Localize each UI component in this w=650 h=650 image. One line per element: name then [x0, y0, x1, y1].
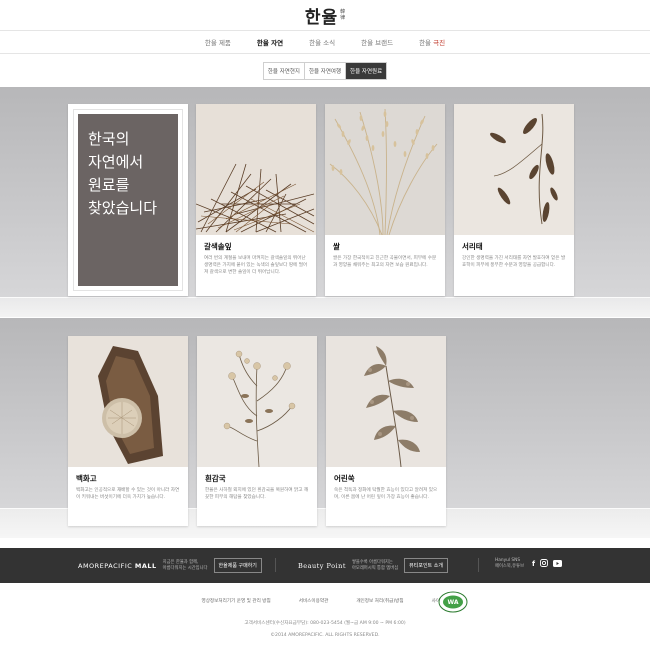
divider [275, 558, 276, 572]
mushroom-image [68, 336, 188, 467]
subnav-nature-site[interactable]: 한율 자연현지 [263, 62, 305, 79]
intro-box: 한국의 자연에서 원료를 찾았습니다 [78, 114, 178, 286]
sns-section: Hanyul SNS 페이스북,유튜브 f [495, 558, 563, 570]
sns-icons: f [532, 559, 563, 569]
card-description: 여러 번의 계절을 보내며 마켜지는 갈색솔잎의 뛰어난 생명력은 가지에 붙어… [204, 256, 308, 275]
card-title: 흰감국 [205, 474, 226, 483]
nav-brand[interactable]: 한율 브랜드 [348, 37, 406, 47]
card-description: 쌀은 가장 한국적이고 친근한 곡물이면서, 피부에 수분과 영양을 채워주는 … [333, 256, 437, 268]
card-mushroom[interactable]: 백화고 백화고는 인공적으로 재배할 수 있는 것이 아니라 자연이 키워내는 … [68, 336, 188, 526]
card-chrysanthemum[interactable]: 흰감국 한율은 사하철 뫼지에 있던 흰감국을 복원하여 맑고 깨끗한 피부의 … [197, 336, 317, 526]
beauty-point-intro-button[interactable]: 뷰티포인트 소개 [404, 558, 448, 573]
nav-products[interactable]: 한율 제품 [192, 37, 244, 47]
beauty-point-section: Beauty Point 쌓을수록 아름다워지는 아모레퍼시픽 통합 멤버십 뷰티… [298, 558, 448, 573]
card-title: 백화고 [76, 474, 97, 483]
card-rice[interactable]: 쌀 쌀은 가장 한국적이고 친근한 곡물이면서, 피부에 수분과 영양을 채워주… [325, 104, 445, 296]
subnav-nature-ingredients[interactable]: 한율 자연원료 [346, 62, 387, 79]
beauty-point-description: 쌓을수록 아름다워지는 아모레퍼시픽 통합 멤버십 [351, 559, 399, 571]
nav-nature[interactable]: 한율 자연 [244, 37, 296, 47]
svg-text:WA: WA [448, 599, 459, 606]
brand-logo[interactable]: 한율 韓 律 [305, 3, 345, 28]
mugwort-image [326, 336, 446, 467]
card-young-mugwort[interactable]: 어린쑥 쑥은 척독과 정화에 탁월한 효능이 있다고 알려져 있으며, 이른 봄… [326, 336, 446, 526]
rice-image [325, 104, 445, 235]
instagram-icon[interactable] [540, 559, 549, 569]
beauty-point-logo[interactable]: Beauty Point [298, 562, 346, 570]
amorepacific-mall-logo[interactable]: AMOREPACIFIC MALL [78, 562, 157, 570]
chrysanthemum-image [197, 336, 317, 467]
nav-news[interactable]: 한율 소식 [296, 37, 348, 47]
customer-service-info: 고객서비스센터(수신자요금부담): 080-023-5454 (월~금 AM 9… [244, 621, 406, 626]
intro-headline: 한국의 자연에서 원료를 찾았습니다 [88, 130, 158, 217]
main-nav: 한율 제품 한율 자연 한율 소식 한율 브랜드 한율 극진 [0, 30, 650, 54]
facebook-icon[interactable]: f [532, 560, 535, 568]
subnav: 한율 자연현지 한율 자연여행 한율 자연원료 [262, 61, 388, 80]
card-title: 어린쑥 [334, 474, 355, 483]
card-description: 한율은 사하철 뫼지에 있던 흰감국을 복원하여 맑고 깨끗한 피부의 해답을 … [205, 488, 309, 500]
card-title: 갈색솔잎 [204, 242, 232, 251]
logo-hanja: 韓 律 [340, 9, 346, 21]
buy-products-button[interactable]: 한율제품 구매하기 [213, 558, 262, 573]
divider [478, 558, 479, 572]
privacy-policy-link[interactable]: 개인정보 처리(취급)방침 [342, 598, 417, 604]
intro-card: 한국의 자연에서 원료를 찾았습니다 [68, 104, 188, 296]
subnav-wrap: 한율 자연현지 한율 자연여행 한율 자연원료 [0, 54, 650, 87]
header: 한율 韓 律 [0, 0, 650, 30]
nav-geukjin[interactable]: 한율 극진 [406, 37, 458, 47]
card-description: 백화고는 인공적으로 재배할 수 있는 것이 아니라 자연이 키워내는 버섯이기… [76, 488, 180, 500]
card-brown-pine-needles[interactable]: 갈색솔잎 여러 번의 계절을 보내며 마켜지는 갈색솔잎의 뛰어난 생명력은 가… [196, 104, 316, 296]
cctv-policy-link[interactable]: 영상정보처리기기 운영 및 관리 방침 [187, 598, 284, 604]
footer-links: 영상정보처리기기 운영 및 관리 방침 서비스이용약관 개인정보 처리(취급)방… [0, 598, 650, 604]
card-title: 서리태 [462, 242, 483, 251]
certification-badge: WA [438, 591, 468, 613]
youtube-icon[interactable] [553, 559, 563, 569]
terms-link[interactable]: 서비스이용약관 [285, 598, 343, 604]
card-description: 쑥은 척독과 정화에 탁월한 효능이 있다고 알려져 있으며, 이른 봄에 난 … [334, 488, 438, 500]
pine-needles-image [196, 104, 316, 235]
footer-promo-bar: AMOREPACIFIC MALL 지금은 한율과 함께, 아름다워지는 시간입니… [0, 548, 650, 583]
subnav-nature-trip[interactable]: 한율 자연여행 [304, 62, 347, 79]
copyright: ©2014 AMOREPACIFIC. ALL RIGHTS RESERVED. [270, 633, 380, 638]
logo-text: 한율 [304, 7, 339, 28]
card-black-bean[interactable]: 서리태 강인한 생명력을 가진 서리태를 자연 발효하여 얻은 발효학이 피부에… [454, 104, 574, 296]
black-bean-image [454, 104, 574, 235]
card-description: 강인한 생명력을 가진 서리태를 자연 발효하여 얻은 발효학이 피부에 풍부한… [462, 256, 566, 268]
mall-section: AMOREPACIFIC MALL 지금은 한율과 함께, 아름다워지는 시간입니… [78, 558, 262, 573]
card-title: 쌀 [333, 242, 340, 251]
sns-label: Hanyul SNS 페이스북,유튜브 [495, 558, 525, 569]
mall-description: 지금은 한율과 함께, 아름다워지는 시간입니다 [162, 559, 208, 571]
